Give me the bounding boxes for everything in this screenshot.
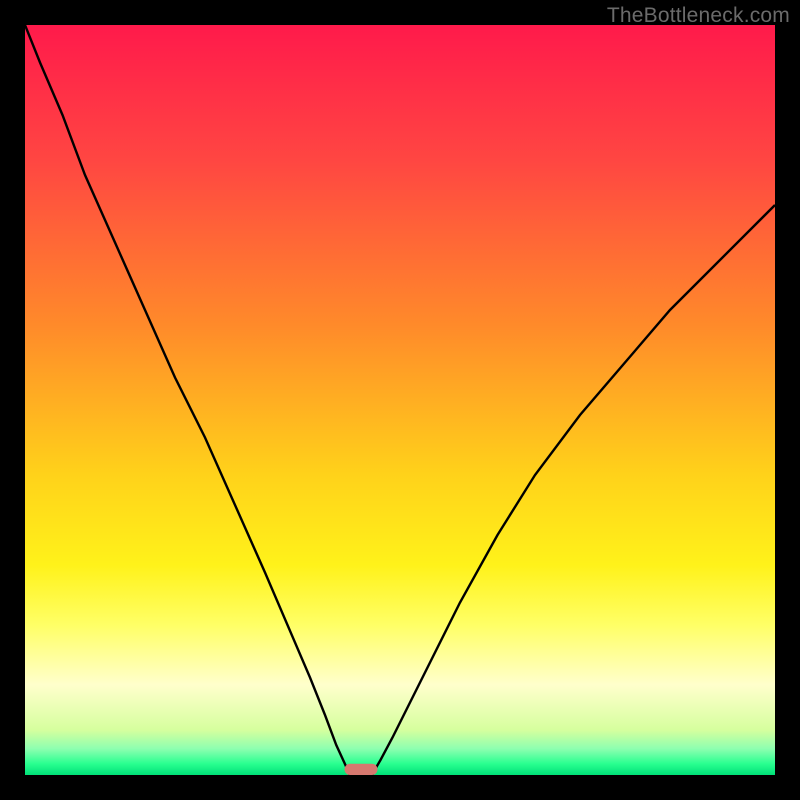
watermark-text: TheBottleneck.com bbox=[607, 4, 790, 28]
chart-frame bbox=[25, 25, 775, 775]
chart-svg bbox=[25, 25, 775, 775]
optimum-marker bbox=[345, 764, 378, 775]
chart-background-gradient bbox=[25, 25, 775, 775]
